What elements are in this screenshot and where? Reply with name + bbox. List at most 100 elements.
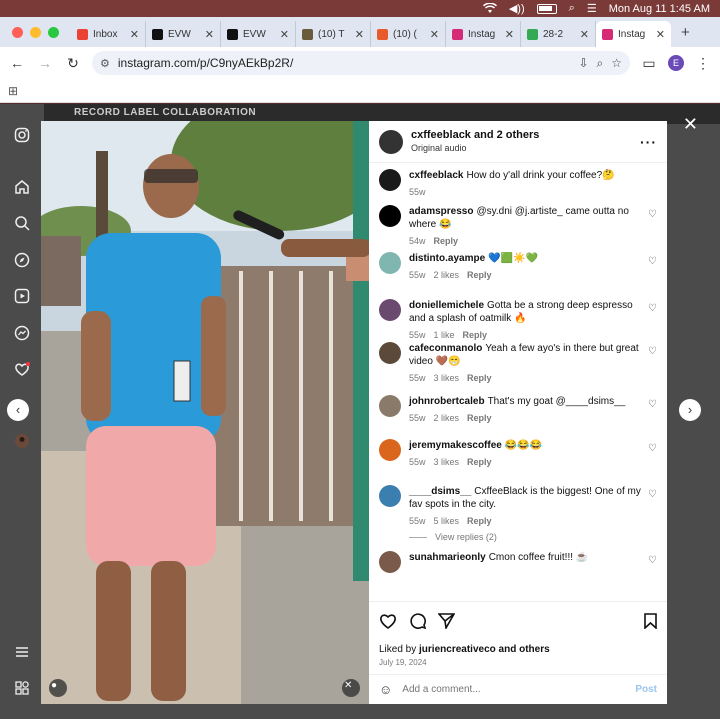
zoom-icon[interactable]: ⌕: [597, 56, 604, 71]
comment-likes[interactable]: 5 likes: [434, 516, 460, 526]
comment-reply-button[interactable]: Reply: [467, 270, 492, 280]
commenter-username[interactable]: johnrobertcaleb: [409, 396, 485, 407]
profile-icon[interactable]: [13, 433, 31, 451]
browser-tab[interactable]: Instag ✕: [446, 21, 521, 47]
commenter-avatar[interactable]: [379, 169, 401, 191]
volume-icon[interactable]: ◀︎)): [509, 2, 525, 15]
commenter-username[interactable]: cxffeeblack: [409, 170, 463, 181]
commenter-username[interactable]: jeremymakescoffee: [409, 440, 502, 451]
commenter-username[interactable]: distinto.ayampe: [409, 253, 485, 264]
bookmark-star-icon[interactable]: ☆: [611, 56, 622, 70]
browser-tab[interactable]: (10) (✕: [371, 21, 446, 47]
chrome-menu-icon[interactable]: ⋮: [694, 55, 712, 72]
comment-like-heart-icon[interactable]: ♡: [648, 443, 657, 454]
instagram-logo-icon[interactable]: [13, 127, 31, 145]
post-author-name[interactable]: cxffeeblack: [411, 129, 471, 141]
browser-tab[interactable]: (10) T ✕: [296, 21, 371, 47]
reels-icon[interactable]: [13, 288, 31, 306]
explore-icon[interactable]: [13, 252, 31, 270]
commenter-avatar[interactable]: [379, 485, 401, 507]
close-tab-icon[interactable]: ✕: [130, 28, 139, 41]
previous-post-arrow-icon[interactable]: ‹: [7, 399, 29, 421]
commenter-avatar[interactable]: [379, 439, 401, 461]
minimize-window-button[interactable]: [30, 26, 41, 38]
emoji-picker-icon[interactable]: ☺: [379, 682, 392, 697]
more-icon[interactable]: [13, 680, 31, 698]
notifications-icon[interactable]: [13, 361, 31, 379]
battery-icon[interactable]: [536, 3, 557, 14]
comment-reply-button[interactable]: Reply: [467, 457, 492, 467]
close-tab-icon[interactable]: ✕: [505, 28, 514, 41]
close-window-button[interactable]: [12, 26, 23, 38]
browser-tab[interactable]: Inbox ✕: [71, 21, 146, 47]
comment-like-heart-icon[interactable]: ♡: [648, 209, 657, 220]
home-icon[interactable]: [13, 179, 31, 197]
address-bar[interactable]: ⚙ instagram.com/p/C9nyAEkBp2R/ ⇩ ⌕ ☆: [92, 51, 630, 75]
commenter-avatar[interactable]: [379, 342, 401, 364]
close-post-icon[interactable]: ✕: [683, 114, 698, 135]
tagged-users-icon[interactable]: ●: [51, 680, 57, 691]
liked-by-user[interactable]: juriencreativeco: [419, 644, 496, 655]
commenter-username[interactable]: ____dsims__: [409, 486, 471, 497]
forward-button[interactable]: →: [36, 55, 54, 71]
back-button[interactable]: ←: [8, 55, 26, 71]
close-tab-icon[interactable]: ✕: [656, 28, 665, 41]
close-tab-icon[interactable]: ✕: [205, 28, 214, 41]
close-tab-icon[interactable]: ✕: [280, 28, 289, 41]
post-coauthors[interactable]: and 2 others: [474, 129, 539, 141]
comment-like-heart-icon[interactable]: ♡: [648, 256, 657, 267]
comment-reply-button[interactable]: Reply: [467, 413, 492, 423]
comment-likes[interactable]: 3 likes: [434, 457, 460, 467]
close-tab-icon[interactable]: ✕: [355, 28, 364, 41]
close-tab-icon[interactable]: ✕: [580, 28, 589, 41]
comment-likes[interactable]: 3 likes: [434, 373, 460, 383]
apps-grid-icon[interactable]: ⊞: [8, 84, 18, 98]
commenter-username[interactable]: doniellemichele: [409, 300, 484, 311]
commenter-username[interactable]: cafeconmanolo: [409, 343, 482, 354]
share-send-icon[interactable]: [437, 612, 456, 634]
new-tab-button[interactable]: +: [671, 24, 700, 41]
comment-likes[interactable]: 2 likes: [434, 413, 460, 423]
messenger-icon[interactable]: [13, 325, 31, 343]
browser-tab[interactable]: EVW ✕: [146, 21, 221, 47]
commenter-avatar[interactable]: [379, 551, 401, 573]
mute-audio-icon[interactable]: ✕: [344, 680, 352, 691]
profile-avatar[interactable]: E: [668, 55, 684, 71]
commenter-avatar[interactable]: [379, 299, 401, 321]
commenter-avatar[interactable]: [379, 395, 401, 417]
save-bookmark-icon[interactable]: [644, 612, 657, 634]
comment-like-heart-icon[interactable]: ♡: [648, 346, 657, 357]
search-icon[interactable]: [13, 215, 31, 233]
comment-bubble-icon[interactable]: [409, 612, 427, 634]
commenter-avatar[interactable]: [379, 252, 401, 274]
comments-list[interactable]: cxffeeblack How do y'all drink your coffe…: [369, 169, 667, 601]
install-app-icon[interactable]: ⇩: [578, 56, 588, 70]
comment-likes[interactable]: 1 like: [434, 330, 455, 340]
comment-reply-button[interactable]: Reply: [434, 236, 459, 246]
commenter-avatar[interactable]: [379, 205, 401, 227]
side-panel-icon[interactable]: ▭: [640, 55, 658, 72]
close-tab-icon[interactable]: ✕: [430, 28, 439, 41]
reload-button[interactable]: ↻: [64, 55, 82, 72]
menu-icon[interactable]: [13, 644, 31, 662]
commenter-username[interactable]: adamspresso: [409, 206, 473, 217]
spotlight-search-icon[interactable]: ⌕: [569, 2, 575, 15]
browser-tab[interactable]: Instag ✕: [596, 21, 671, 47]
post-options-icon[interactable]: ···: [640, 134, 657, 150]
comment-like-heart-icon[interactable]: ♡: [648, 489, 657, 500]
add-comment-input[interactable]: Add a comment...: [402, 684, 480, 695]
comment-reply-button[interactable]: Reply: [467, 373, 492, 383]
comment-like-heart-icon[interactable]: ♡: [648, 303, 657, 314]
post-audio-label[interactable]: Original audio: [411, 142, 632, 155]
author-avatar[interactable]: [379, 129, 403, 154]
control-center-icon[interactable]: ☰: [587, 2, 597, 15]
comment-reply-button[interactable]: Reply: [463, 330, 488, 340]
browser-tab[interactable]: EVW ✕: [221, 21, 296, 47]
view-replies-button[interactable]: View replies (2): [369, 532, 497, 542]
comment-reply-button[interactable]: Reply: [467, 516, 492, 526]
post-video[interactable]: ● ✕: [41, 121, 369, 704]
like-heart-icon[interactable]: [379, 613, 397, 634]
comment-like-heart-icon[interactable]: ♡: [648, 555, 657, 566]
site-info-icon[interactable]: ⚙: [100, 57, 110, 70]
post-comment-button[interactable]: Post: [635, 684, 657, 695]
